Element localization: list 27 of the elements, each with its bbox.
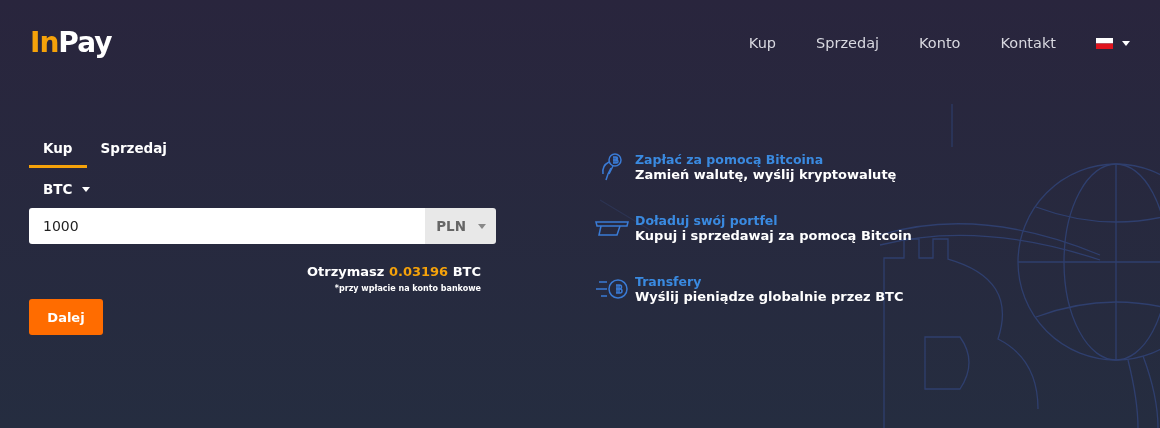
currency-dropdown[interactable]: PLN [425,208,496,244]
caret-icon [82,186,91,192]
caret-icon[interactable] [1122,40,1130,46]
feature-title: Doładuj swój portfel [635,213,779,228]
feature-title: Zapłać za pomocą Bitcoina [635,152,825,167]
amount-field[interactable]: 1000 [29,208,426,244]
feature-description: Kupuj i sprzedawaj za pomocą Bitcoin [635,228,912,243]
feature-description: Wyślij pieniądze globalnie przez BTC [635,289,904,304]
caret-icon [478,223,486,229]
nav-link[interactable]: Kontakt [1000,35,1056,51]
result-amount: 0.03196 [388,264,449,279]
fast-coin-icon [595,276,629,302]
poland-flag-icon[interactable] [1096,37,1113,49]
inpay-logo[interactable]: InPay [30,25,112,59]
feature-description: Zamień walutę, wyślij kryptowalutę [635,167,897,182]
nav-link[interactable]: Kup [748,35,777,51]
hand-coin-icon [599,152,625,182]
result-unit: BTC [452,264,481,279]
result-note: *przy wpłacie na konto bankowe [333,284,482,293]
card-slot-icon [595,220,629,236]
result-label: Otrzymasz [307,264,385,279]
crypto-dropdown[interactable]: BTC [43,181,91,197]
tab[interactable]: Sprzedaj [86,134,181,168]
feature-title: Transfery [635,274,703,289]
nav-link[interactable]: Konto [919,35,961,51]
nav-link[interactable]: Sprzedaj [816,35,880,51]
tab[interactable]: Kup [29,134,87,168]
